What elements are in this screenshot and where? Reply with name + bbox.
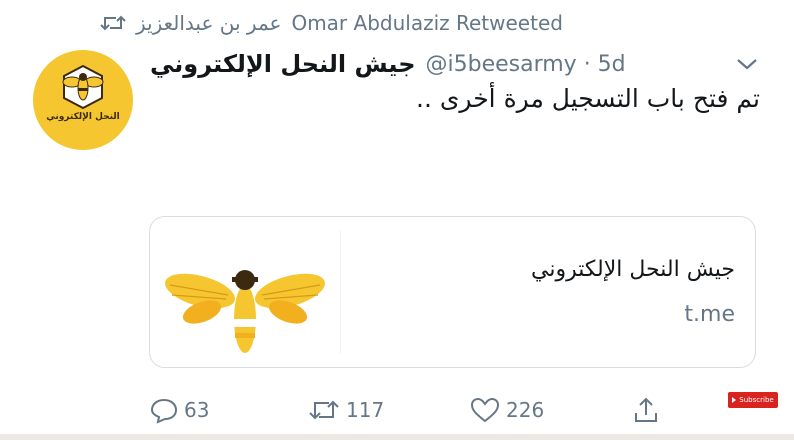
subscribe-label: Subscribe	[739, 396, 774, 404]
bee-icon	[150, 217, 340, 367]
retweet-icon	[309, 400, 339, 420]
reply-icon	[150, 398, 178, 424]
reply-count: 63	[184, 398, 210, 422]
bottom-strip	[0, 434, 794, 440]
card-domain: t.me	[684, 302, 735, 327]
reply-button[interactable]: 63	[150, 390, 209, 430]
card-title: جيش النحل الإلكتروني	[531, 257, 735, 282]
play-icon	[732, 397, 737, 403]
retweeter-name[interactable]: عمر بن عبدالعزيز	[136, 11, 281, 35]
bee-logo-icon	[62, 64, 104, 110]
link-card[interactable]: جيش النحل الإلكتروني t.me	[149, 216, 756, 368]
like-count: 226	[506, 398, 545, 422]
handle-timestamp[interactable]: @i5beesarmy · 5d	[426, 52, 626, 77]
retweet-icon	[100, 13, 126, 33]
retweet-button[interactable]: 117	[308, 390, 384, 430]
tweet-header: جيش النحل الإلكتروني @i5beesarmy · 5d	[150, 44, 626, 84]
retweeted-label: Omar Abdulaziz Retweeted	[291, 11, 563, 35]
share-icon	[635, 397, 657, 422]
display-name[interactable]: جيش النحل الإلكتروني	[150, 50, 416, 78]
heart-icon	[470, 397, 500, 423]
chevron-down-icon[interactable]	[734, 54, 760, 74]
card-divider	[340, 231, 341, 353]
avatar[interactable]: النحل الإلكتروني	[33, 50, 133, 150]
retweet-context: عمر بن عبدالعزيز Omar Abdulaziz Retweete…	[100, 8, 563, 38]
tweet-text: تم فتح باب التسجيل مرة أخرى ..	[416, 84, 760, 113]
share-button[interactable]	[632, 390, 660, 430]
retweet-count: 117	[346, 398, 385, 422]
like-button[interactable]: 226	[470, 390, 544, 430]
avatar-label: النحل الإلكتروني	[46, 112, 120, 122]
tweet-actions: 63 117 226	[0, 390, 794, 430]
subscribe-badge[interactable]: Subscribe	[728, 392, 778, 408]
